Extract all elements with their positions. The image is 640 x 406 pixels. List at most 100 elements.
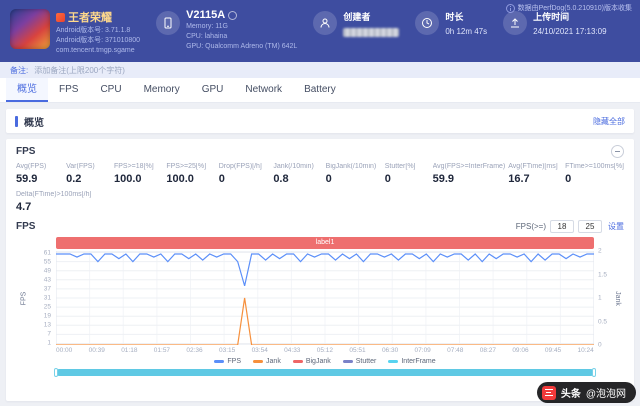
stat-value: 59.9 bbox=[16, 173, 38, 185]
fps-threshold-high-input[interactable] bbox=[578, 220, 602, 233]
legend-label: InterFrame bbox=[401, 358, 436, 365]
y-ticks-right: 2 1.5 1 0.5 0 bbox=[596, 247, 620, 349]
stat-Stutter[%]: Stutter[%] 0 bbox=[385, 163, 430, 185]
chart-title: FPS bbox=[16, 221, 36, 232]
plot-svg bbox=[56, 251, 594, 345]
tab-FPS[interactable]: FPS bbox=[48, 78, 89, 102]
legend-item-Jank[interactable]: Jank bbox=[253, 358, 281, 365]
y-tick-left: 31 bbox=[43, 294, 51, 302]
y-tick-left: 13 bbox=[43, 321, 51, 329]
perfdog-report-screen: 数据由PerfDog(5.0.210910)版本收集 王者荣耀 Android版… bbox=[0, 0, 640, 406]
stat-value: 0 bbox=[325, 173, 332, 185]
fps-panel: FPS Avg(FPS) 59.9 Var(FPS) 0.2 FPS>=18[%] 100… bbox=[6, 139, 634, 401]
stat-label: Var(FPS) bbox=[66, 163, 95, 170]
collapse-button[interactable] bbox=[611, 145, 624, 158]
stat-label: Avg(FTime)[ms] bbox=[508, 163, 558, 170]
stat-label: Stutter[%] bbox=[384, 163, 416, 170]
stat-FPS>=18[%]: FPS>=18[%] 100.0 bbox=[114, 163, 163, 185]
y-tick-left: 55 bbox=[43, 258, 51, 266]
tab-CPU[interactable]: CPU bbox=[89, 78, 132, 102]
legend-item-FPS[interactable]: FPS bbox=[214, 358, 241, 365]
tab-Network[interactable]: Network bbox=[234, 78, 293, 102]
stat-BigJank(/10min): BigJank(/10min) 0 bbox=[326, 163, 382, 185]
device-cpu: CPU: lahaina bbox=[186, 33, 228, 41]
hide-all-link[interactable]: 隐藏全部 bbox=[593, 116, 625, 127]
tab-Memory[interactable]: Memory bbox=[133, 78, 191, 102]
scene-label-band[interactable]: label1 bbox=[56, 237, 594, 249]
watermark-brand: 头条 bbox=[560, 389, 581, 400]
legend-label: FPS bbox=[227, 358, 242, 365]
app-badge-icon bbox=[56, 12, 65, 22]
stat-Avg(FPS): Avg(FPS) 59.9 bbox=[16, 163, 63, 185]
app-version-line2: Android版本号: 371010800 bbox=[56, 37, 141, 45]
plot-area[interactable]: 61 55 49 43 37 31 25 19 13 7 1 2 1.5 1 0.5 0 bbox=[44, 248, 607, 349]
legend-label: Stutter bbox=[355, 358, 377, 365]
stat-value: 0.2 bbox=[66, 173, 82, 185]
threshold-apply-link[interactable]: 设置 bbox=[608, 221, 624, 232]
y-tick-left: 49 bbox=[43, 267, 51, 275]
device-gpu: GPU: Qualcomm Adreno (TM) 642L bbox=[186, 43, 298, 51]
legend-marker bbox=[253, 360, 264, 363]
y-tick-right: 0.5 bbox=[598, 318, 608, 325]
stat-Avg(FTime)[ms]: Avg(FTime)[ms] 16.7 bbox=[508, 163, 562, 185]
clock-icon bbox=[415, 11, 440, 35]
fps-stats-row1: Avg(FPS) 59.9 Var(FPS) 0.2 FPS>=18[%] 100.0 FP… bbox=[16, 163, 624, 185]
fps-stats-row2: Delta(FTime)>100ms[/h] 4.7 bbox=[16, 191, 624, 213]
x-tick-labels: 00:00 00:39 01:18 01:57 02:36 03:15 03:54 04:33… bbox=[56, 347, 594, 354]
stat-label: Avg(FPS) bbox=[16, 163, 47, 170]
legend-label: Jank bbox=[266, 358, 281, 365]
x-tick: 07:09 bbox=[414, 347, 431, 354]
device-model: V2115A bbox=[186, 9, 226, 21]
creator-info: 创建者 bbox=[313, 9, 400, 62]
overview-title: 概览 bbox=[24, 117, 44, 129]
duration-value: 0h 12m 47s bbox=[445, 27, 488, 36]
app-version-line1: Android版本号: 3.71.1.8 bbox=[56, 27, 131, 34]
overview-panel-header: 概览 隐藏全部 bbox=[6, 109, 634, 133]
legend-marker bbox=[388, 360, 399, 363]
chart-zoom-slider[interactable] bbox=[54, 368, 596, 377]
legend-item-InterFrame[interactable]: InterFrame bbox=[388, 358, 436, 365]
y-tick-left: 25 bbox=[43, 303, 51, 311]
legend-label: BigJank bbox=[305, 358, 331, 365]
stat-label: FPS>=25[%] bbox=[166, 163, 207, 170]
y-tick-right: 1 bbox=[598, 294, 602, 302]
stat-Drop(FPS)[/h]: Drop(FPS)[/h] 0 bbox=[219, 163, 271, 185]
x-tick: 10:24 bbox=[577, 347, 594, 354]
x-tick: 08:27 bbox=[479, 347, 496, 354]
tab-概览[interactable]: 概览 bbox=[6, 78, 48, 102]
watermark: 头条 @泡泡网 bbox=[536, 382, 636, 403]
x-tick: 07:48 bbox=[447, 347, 464, 354]
creator-name-redacted bbox=[343, 28, 400, 37]
legend-marker bbox=[214, 360, 225, 363]
tab-GPU[interactable]: GPU bbox=[191, 78, 235, 102]
legend-item-Stutter[interactable]: Stutter bbox=[342, 358, 377, 365]
content: 概览 隐藏全部 FPS Avg(FPS) 59.9 Var(FPS) 0.2 FPS>=… bbox=[0, 103, 640, 401]
x-tick: 05:12 bbox=[316, 347, 334, 354]
y-tick-left: 37 bbox=[43, 285, 51, 293]
note-label: 备注: bbox=[10, 65, 29, 75]
creator-label: 创建者 bbox=[343, 12, 371, 22]
stat-label: Delta(FTime)>100ms[/h] bbox=[16, 191, 92, 198]
device-info-icon[interactable] bbox=[228, 10, 238, 20]
stat-value: 0 bbox=[384, 173, 391, 185]
legend-item-BigJank[interactable]: BigJank bbox=[292, 358, 331, 365]
stat-value: 4.7 bbox=[16, 201, 32, 213]
x-tick: 03:15 bbox=[218, 347, 236, 354]
y-axis-title-left: FPS bbox=[20, 291, 28, 306]
stat-value: 59.9 bbox=[432, 173, 455, 185]
x-tick: 02:36 bbox=[186, 347, 203, 354]
report-header: 数据由PerfDog(5.0.210910)版本收集 王者荣耀 Android版… bbox=[0, 0, 640, 62]
collect-note: 数据由PerfDog(5.0.210910)版本收集 bbox=[505, 3, 632, 13]
watermark-account: @泡泡网 bbox=[585, 389, 626, 400]
app-package: com.tencent.tmgp.sgame bbox=[56, 47, 135, 55]
stat-Delta(FTime)>100ms[/h]: Delta(FTime)>100ms[/h] 4.7 bbox=[16, 191, 624, 213]
tab-Battery[interactable]: Battery bbox=[293, 78, 347, 102]
y-tick-left: 1 bbox=[47, 339, 51, 347]
note-bar[interactable]: 备注: 添加备注(上限200个字符) bbox=[0, 62, 640, 78]
device-memory: Memory: 11G bbox=[186, 23, 228, 30]
stat-value: 0 bbox=[565, 173, 572, 185]
y-tick-right: 2 bbox=[598, 247, 602, 255]
fps-threshold-low-input[interactable] bbox=[550, 220, 574, 233]
stat-label: Avg(FPS>=InterFrame) bbox=[432, 163, 506, 170]
y-tick-left: 7 bbox=[47, 330, 51, 338]
